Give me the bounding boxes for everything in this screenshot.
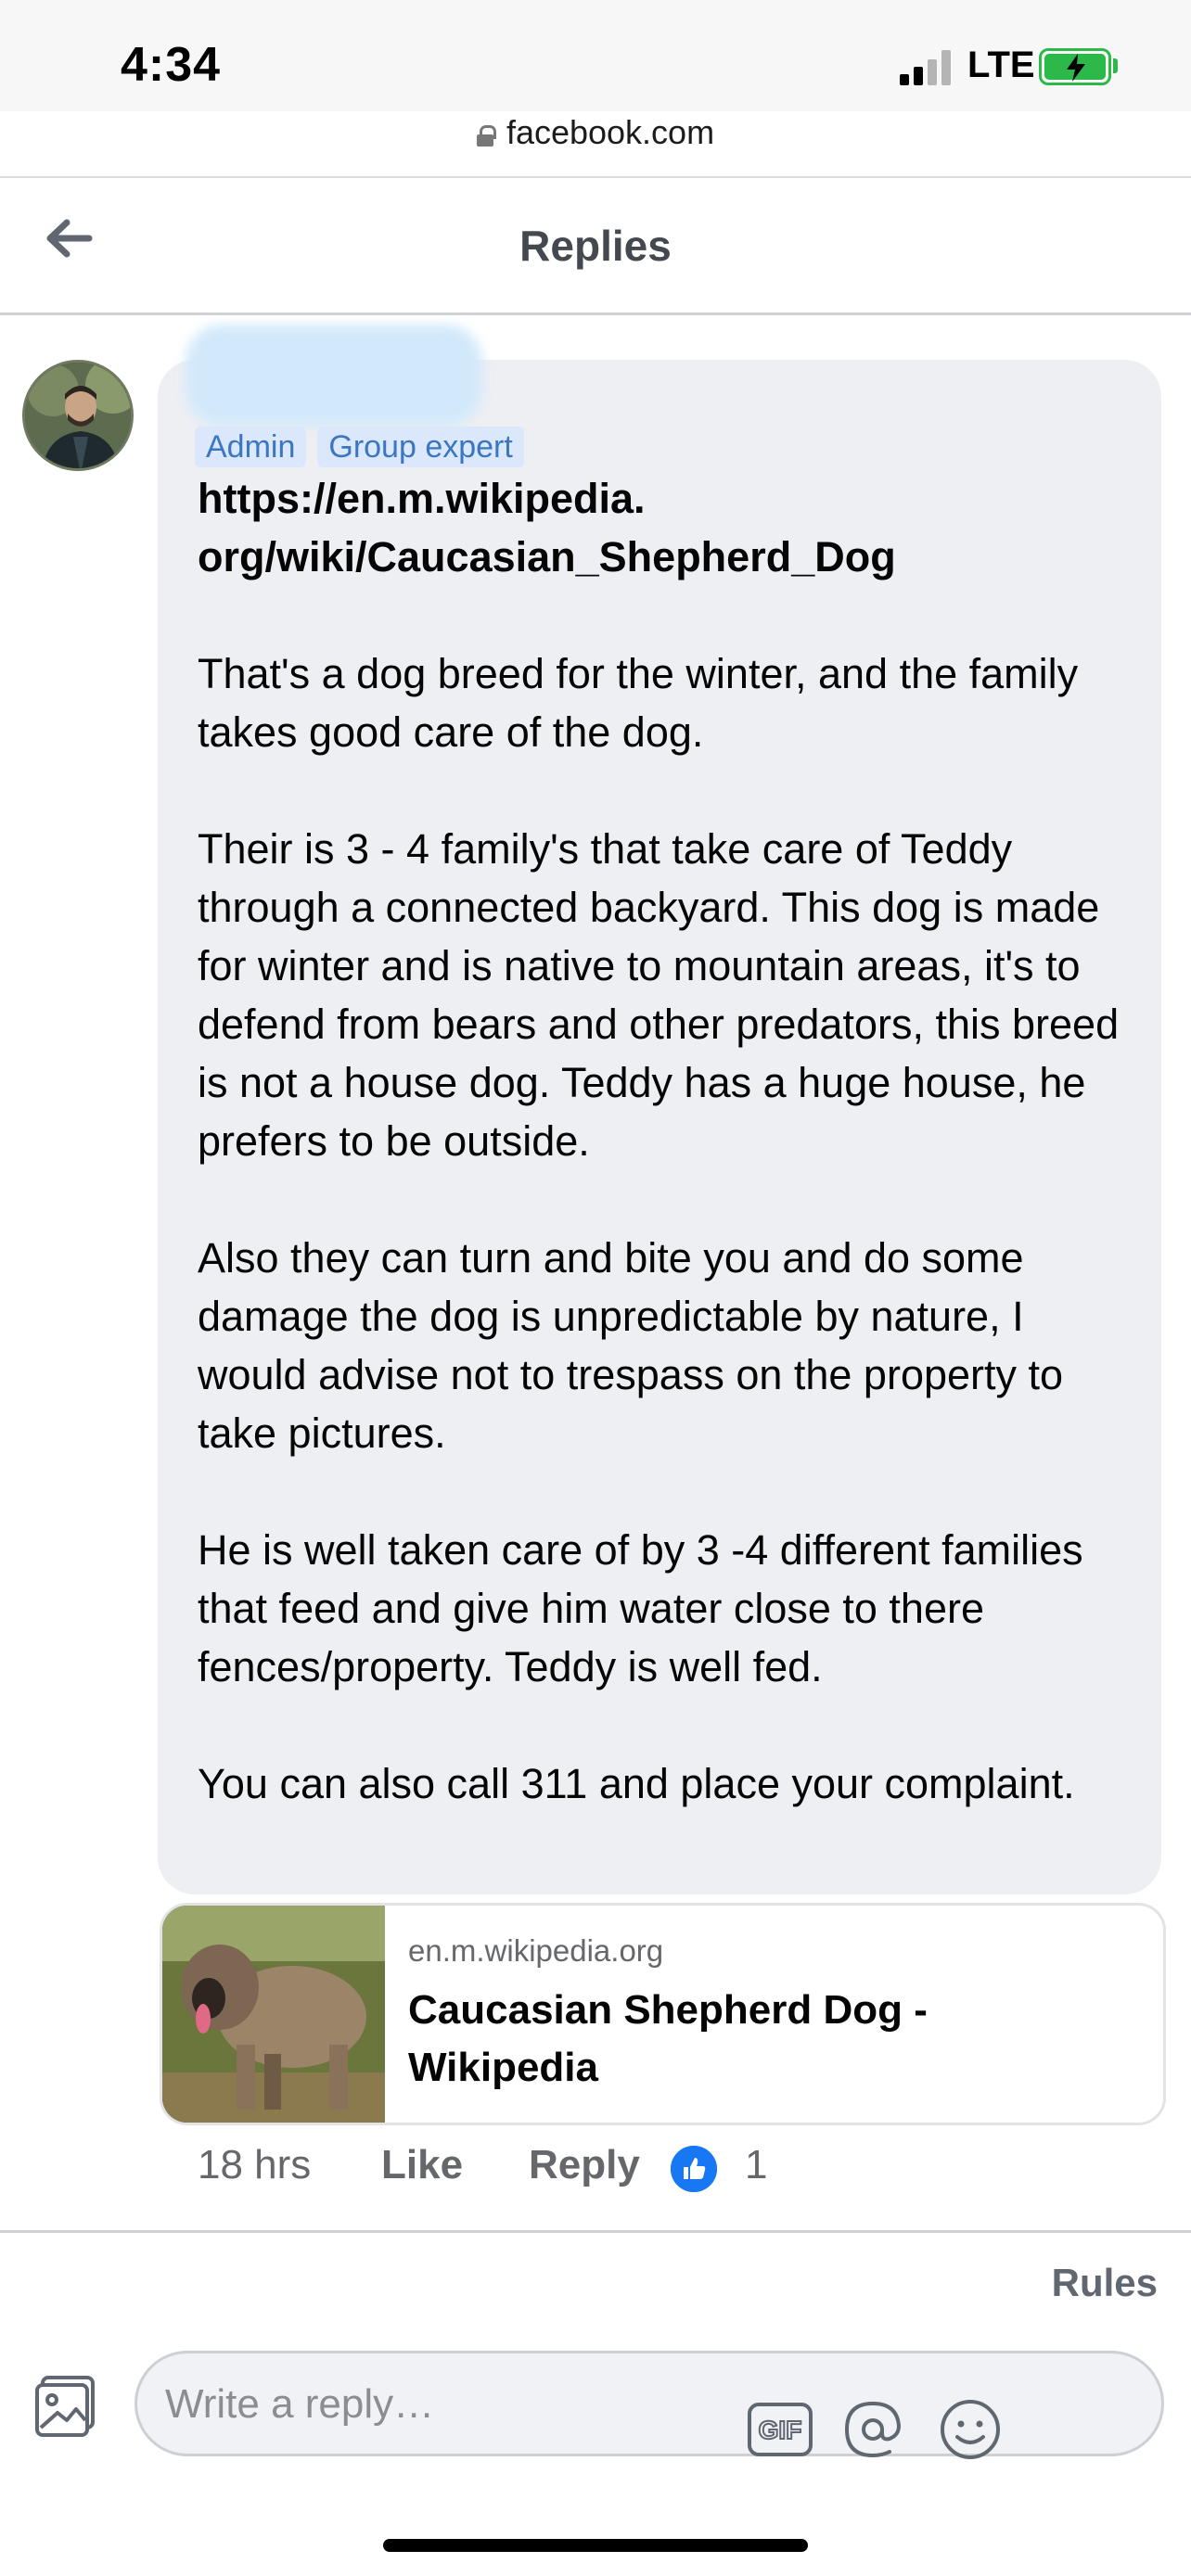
reply-input[interactable] <box>165 2374 814 2435</box>
comment-timestamp[interactable]: 18 hrs <box>198 2142 311 2188</box>
link-title: Caucasian Shepherd Dog - Wikipedia <box>408 1987 928 2090</box>
comment-paragraph: Their is 3 - 4 family's that take care o… <box>198 825 1120 1165</box>
divider <box>0 2230 1191 2233</box>
comment-paragraph: You can also call 311 and place your com… <box>198 1760 1075 1807</box>
emoji-button[interactable] <box>937 2396 1004 2463</box>
comment-link[interactable]: https://en.m.wikipedia. org/wiki/Caucasi… <box>198 469 1134 586</box>
reply-field[interactable] <box>134 2351 1164 2456</box>
link-preview-card[interactable]: en.m.wikipedia.org Caucasian Shepherd Do… <box>160 1903 1166 2125</box>
photo-button[interactable] <box>33 2372 100 2439</box>
author-badges: Admin Group expert <box>195 427 535 467</box>
comment-paragraph: Also they can turn and bite you and do s… <box>198 1234 1064 1457</box>
replies-header: Replies <box>0 178 1191 312</box>
status-bar: 4:34 LTE facebook.com <box>0 0 1191 151</box>
divider <box>0 312 1191 315</box>
page-title: Replies <box>519 222 672 270</box>
home-indicator[interactable] <box>383 2539 808 2552</box>
avatar[interactable] <box>22 360 134 471</box>
comment-paragraph: He is well taken care of by 3 -4 differe… <box>198 1526 1083 1690</box>
reply-button[interactable]: Reply <box>529 2142 640 2188</box>
link-domain: en.m.wikipedia.org <box>408 1933 664 1968</box>
badge-group-expert: Group expert <box>317 427 524 467</box>
like-reaction-icon[interactable] <box>671 2146 717 2192</box>
svg-text:GIF: GIF <box>759 2416 802 2444</box>
photo-icon <box>35 2376 95 2437</box>
at-sign-icon <box>844 2401 902 2458</box>
like-button[interactable]: Like <box>381 2142 463 2188</box>
battery-icon <box>1039 48 1111 85</box>
comment-paragraph: That's a dog breed for the winter, and t… <box>198 650 1079 756</box>
mention-button[interactable] <box>839 2396 906 2463</box>
badge-admin: Admin <box>195 427 307 467</box>
status-time: 4:34 <box>121 38 222 92</box>
reaction-count[interactable]: 1 <box>745 2142 767 2188</box>
rules-link[interactable]: Rules <box>1052 2261 1158 2305</box>
gif-button[interactable]: GIF <box>747 2402 813 2457</box>
smiley-icon <box>941 2400 1000 2459</box>
link-thumbnail-dog <box>162 1906 385 2123</box>
url-text: facebook.com <box>506 113 715 151</box>
battery-tip <box>1113 58 1118 73</box>
author-name-redacted <box>186 325 482 427</box>
signal-icon <box>900 48 952 85</box>
network-type: LTE <box>967 45 1035 85</box>
comment-text: https://en.m.wikipedia. org/wiki/Caucasi… <box>198 469 1134 1813</box>
url-bar[interactable]: facebook.com <box>0 113 1191 152</box>
lock-icon <box>476 125 496 147</box>
gif-icon: GIF <box>748 2403 813 2456</box>
